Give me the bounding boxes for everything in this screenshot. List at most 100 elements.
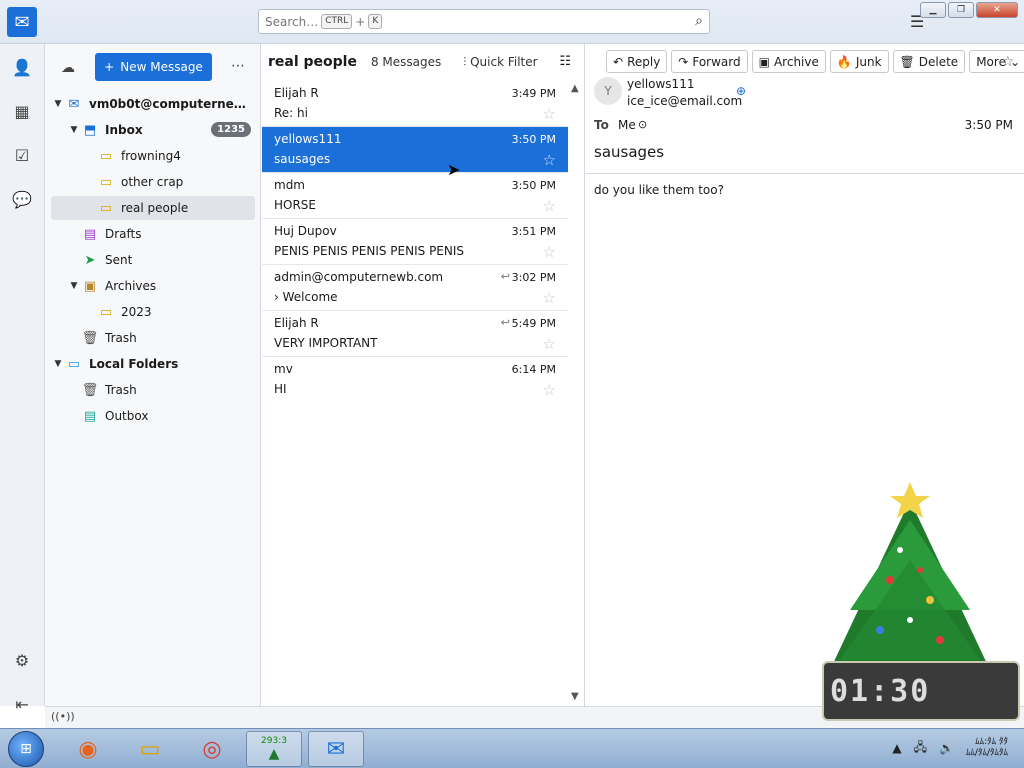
folder-icon: ▭ (99, 200, 113, 216)
sender-email[interactable]: ice_ice@email.com (627, 94, 742, 108)
row-time: 5:49 PM (511, 317, 556, 330)
archive-button[interactable]: ▣ Archive (751, 50, 826, 73)
maximize-button[interactable]: ❐ (948, 2, 974, 18)
star-icon[interactable]: ☆ (543, 243, 556, 261)
table-row[interactable]: Elijah R Re: hi 3:49 PM ☆ (262, 81, 568, 127)
chat-icon[interactable]: 💬 (12, 190, 32, 210)
table-row[interactable]: mdm HORSE 3:50 PM ☆ (262, 173, 568, 219)
settings-gear-icon[interactable]: ⚙ (12, 651, 32, 671)
thread-expand-icon[interactable]: › (274, 290, 283, 304)
archive-icon: ▣ (83, 278, 97, 294)
folder-archives[interactable]: ▼ ▣ Archives (51, 274, 255, 298)
folder-real-people[interactable]: ▭ real people (51, 196, 255, 220)
chevron-down-icon[interactable]: ▼ (67, 125, 81, 135)
chrome-icon[interactable]: ◎ (184, 731, 240, 767)
junk-label: Junk (855, 54, 882, 69)
folder-label: Inbox (105, 123, 143, 137)
local-folders[interactable]: ▼ ▭ Local Folders (51, 352, 255, 376)
mouse-cursor-icon: ➤ (447, 160, 461, 179)
row-time: 3:49 PM (511, 87, 556, 100)
show-hidden-icons-icon[interactable]: ▲ (892, 741, 901, 755)
star-icon[interactable]: ☆ (543, 289, 556, 307)
message-body: do you like them too? (594, 183, 724, 197)
folder-sent[interactable]: ➤ Sent (51, 248, 255, 272)
folder-outbox[interactable]: ▤ Outbox (51, 404, 255, 428)
clock-time: ﾑﾑ:ﾀﾑ ﾀﾀ (975, 737, 1008, 747)
sent-icon: ➤ (84, 252, 96, 268)
row-time: 3:51 PM (511, 225, 556, 238)
star-icon[interactable]: ☆ (543, 335, 556, 353)
row-time: 3:50 PM (511, 133, 556, 146)
recipient[interactable]: Me (618, 118, 636, 132)
folder-icon: ▭ (99, 174, 113, 190)
scroll-down-icon[interactable]: ▼ (571, 691, 579, 702)
window-controls: ▁ ❐ ✕ (920, 2, 1018, 18)
desktop-clock-gadget: 01:30 (822, 661, 1020, 721)
table-row[interactable]: admin@computernewb.com › Welcome ↩ 3:02 … (262, 265, 568, 311)
calendar-icon[interactable]: ▦ (12, 102, 32, 122)
row-time: 3:02 PM (511, 271, 556, 284)
network-icon[interactable]: 🖧 (914, 738, 927, 759)
volume-icon[interactable]: 🔊 (939, 741, 954, 755)
start-button[interactable]: ⊞ (8, 731, 44, 767)
chevron-down-icon[interactable]: ▼ (51, 99, 65, 109)
table-row[interactable]: Huj Dupov PENIS PENIS PENIS PENIS PENIS … (262, 219, 568, 265)
row-subject: VERY IMPORTANT (274, 336, 378, 350)
folder-title: real people (268, 54, 357, 70)
star-icon[interactable]: ☆ (1001, 54, 1014, 70)
chevron-down-icon[interactable]: ▼ (67, 281, 81, 291)
collapse-spaces-icon[interactable]: ⇤ (12, 695, 32, 715)
forward-button[interactable]: ↷ Forward (671, 50, 748, 73)
account-icon: ✉ (68, 96, 80, 112)
table-row[interactable]: mv HI 6:14 PM ☆ (262, 357, 568, 403)
star-icon[interactable]: ☆ (543, 105, 556, 123)
list-options-icon[interactable]: ☷ (559, 54, 571, 69)
star-icon[interactable]: ☆ (543, 151, 556, 169)
quick-filter-button[interactable]: ⫶ Quick Filter (463, 55, 537, 70)
chevron-down-icon[interactable]: ▼ (51, 359, 65, 369)
folder-drafts[interactable]: ▤ Drafts (51, 222, 255, 246)
tree-counter: 293:3 (261, 736, 287, 746)
new-message-button[interactable]: + New Message (95, 53, 212, 81)
folder-label: vm0b0t@computerne… (89, 97, 246, 111)
star-icon[interactable]: ☆ (543, 197, 556, 215)
reply-button[interactable]: ↶ Reply (606, 50, 668, 73)
folder-other-crap[interactable]: ▭ other crap (51, 170, 255, 194)
folder-frowning4[interactable]: ▭ frowning4 (51, 144, 255, 168)
star-icon[interactable]: ☆ (543, 381, 556, 399)
new-message-label: New Message (120, 60, 203, 74)
online-status-icon[interactable]: ((•)) (51, 710, 75, 723)
tasks-icon[interactable]: ☑ (12, 146, 32, 166)
more-button[interactable]: More ⌄ (969, 50, 1024, 73)
sender-name[interactable]: yellows111 (627, 77, 694, 91)
address-book-icon[interactable]: 👤 (12, 58, 32, 78)
shortcut-plus: + (355, 14, 366, 29)
file-explorer-icon[interactable]: ▭ (122, 731, 178, 767)
table-row[interactable]: yellows111 sausages 3:50 PM ☆ (262, 127, 568, 173)
folder-local-trash[interactable]: 🗑 Trash (51, 378, 255, 402)
folder-pane-more-icon[interactable]: ⋯ (231, 58, 245, 74)
table-row[interactable]: Elijah R VERY IMPORTANT ↩ 5:49 PM ☆ (262, 311, 568, 357)
folder-2023[interactable]: ▭ 2023 (51, 300, 255, 324)
folder-trash[interactable]: 🗑 Trash (51, 326, 255, 350)
junk-button[interactable]: 🔥 Junk (829, 50, 889, 73)
mail-icon[interactable]: ✉ (7, 7, 37, 37)
delete-button[interactable]: 🗑 Delete (892, 50, 966, 73)
search-input[interactable]: Search… CTRL + K ⌕ (258, 9, 710, 34)
folder-inbox[interactable]: ▼ ⬒ Inbox 1235 (51, 118, 255, 142)
message-list-scrollbar[interactable]: ▲ ▼ (567, 81, 584, 706)
folder-icon: ▭ (99, 304, 113, 320)
close-button[interactable]: ✕ (976, 2, 1018, 18)
thunderbird-icon[interactable]: ✉ (308, 731, 364, 767)
christmas-tree-app-icon[interactable]: 293:3 ▲ (246, 731, 302, 767)
account-folder[interactable]: ▼ ✉ vm0b0t@computerne… (51, 92, 255, 116)
get-messages-icon[interactable]: ☁ (61, 60, 75, 76)
folder-label: Drafts (105, 227, 142, 241)
taskbar-clock[interactable]: ﾑﾑ:ﾀﾑ ﾀﾀ ﾑﾑ/ﾀﾑ/ﾀﾑﾀﾑ (966, 737, 1008, 759)
scroll-up-icon[interactable]: ▲ (571, 83, 579, 94)
minimize-button[interactable]: ▁ (920, 2, 946, 18)
firefox-icon[interactable]: ◉ (60, 731, 116, 767)
search-icon[interactable]: ⌕ (695, 13, 703, 29)
trash-icon: 🗑 (81, 330, 99, 346)
add-contact-icon[interactable]: ⊕ (736, 84, 746, 98)
